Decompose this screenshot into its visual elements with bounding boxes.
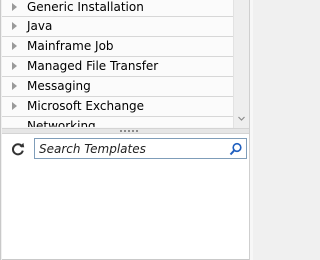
tree-item-label: Generic Installation [27,0,144,14]
chevron-right-icon[interactable] [12,62,17,70]
vertical-scrollbar[interactable] [233,0,249,128]
chevron-right-icon[interactable] [12,82,17,90]
tree-item-label: Mainframe Job [27,39,114,53]
tree-item-networking[interactable]: Networking [2,117,233,127]
search-icon[interactable] [229,142,243,156]
chevron-right-icon[interactable] [12,42,17,50]
search-box[interactable] [34,138,247,159]
tree-item-java[interactable]: Java [2,17,233,37]
panel-edge [249,0,253,260]
chevron-right-icon[interactable] [12,102,17,110]
tree-item-microsoft-exchange[interactable]: Microsoft Exchange [2,97,233,117]
tree-item-managed-file-transfer[interactable]: Managed File Transfer [2,57,233,77]
tree-item-mainframe-job[interactable]: Mainframe Job [2,37,233,57]
splitter-grip-icon[interactable] [120,129,144,133]
template-tree: Generic Installation Java Mainframe Job … [2,0,233,128]
tree-item-generic-installation[interactable]: Generic Installation [2,0,233,17]
tree-item-label: Microsoft Exchange [27,99,145,113]
chevron-down-icon[interactable] [238,115,245,122]
refresh-icon[interactable] [11,142,25,156]
tree-item-label: Java [27,19,53,33]
search-input[interactable] [39,140,219,157]
template-search-pane [2,134,249,260]
tree-item-label: Networking [27,119,96,127]
tree-item-label: Messaging [27,79,91,93]
tree-item-label: Managed File Transfer [27,59,159,73]
tree-item-messaging[interactable]: Messaging [2,77,233,97]
chevron-right-icon[interactable] [12,3,17,11]
chevron-right-icon[interactable] [12,22,17,30]
templates-panel: Generic Installation Java Mainframe Job … [0,0,253,260]
